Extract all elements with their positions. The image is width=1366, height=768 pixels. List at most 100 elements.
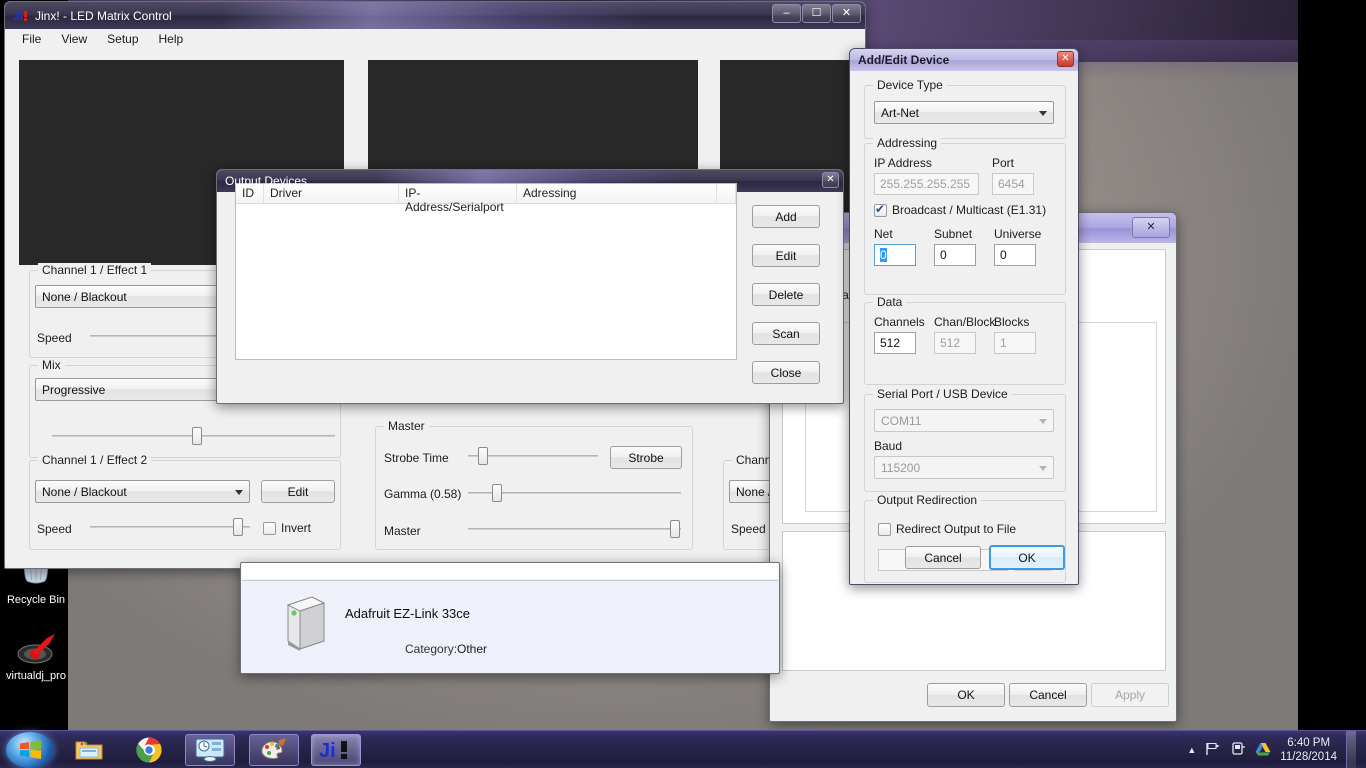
output-devices-controls: ✕: [822, 172, 839, 188]
slider-thumb[interactable]: [478, 447, 488, 465]
clock-date: 11/28/2014: [1280, 751, 1337, 763]
device-list-row[interactable]: Adafruit EZ-Link 33ce Category: Other: [242, 580, 778, 672]
scan-devices-button[interactable]: Scan: [752, 322, 820, 345]
channel1-effect2-edit-button[interactable]: Edit: [261, 480, 335, 503]
google-chrome-icon: [136, 737, 162, 763]
serial-port-combo[interactable]: COM11: [874, 409, 1054, 432]
master-level-slider[interactable]: [468, 520, 681, 538]
menu-help[interactable]: Help: [150, 30, 193, 48]
channel1-effect2-speed-slider[interactable]: [90, 518, 250, 536]
blocks-field[interactable]: 1: [994, 332, 1036, 354]
edit-device-button[interactable]: Edit: [752, 244, 820, 267]
device-icon[interactable]: [1230, 741, 1246, 759]
chevron-down-icon: [235, 489, 243, 495]
close-icon[interactable]: ✕: [1132, 217, 1170, 238]
minimize-button[interactable]: –: [772, 4, 801, 23]
group-addressing: Addressing IP Address 255.255.255.255 Po…: [864, 136, 1066, 295]
device-properties-ok-button[interactable]: OK: [927, 683, 1005, 707]
output-devices-title: Output Devices: [225, 174, 308, 188]
device-properties-apply-button: Apply: [1091, 683, 1169, 707]
column-header-ip-address[interactable]: IP-Address/Serialport: [399, 184, 517, 214]
menu-file[interactable]: File: [13, 30, 50, 48]
strobe-time-label: Strobe Time: [384, 451, 449, 465]
taskbar-item-paint[interactable]: [249, 734, 299, 766]
strobe-time-slider[interactable]: [468, 447, 598, 465]
subnet-field[interactable]: 0: [934, 244, 976, 266]
baud-combo[interactable]: 115200: [874, 456, 1054, 479]
broadcast-multicast-checkbox[interactable]: Broadcast / Multicast (E1.31): [874, 202, 1047, 217]
mix-crossfade-slider[interactable]: [52, 427, 335, 445]
column-header-adressing[interactable]: Adressing: [517, 184, 717, 203]
checkbox-label: Broadcast / Multicast (E1.31): [892, 203, 1047, 217]
add-edit-cancel-button[interactable]: Cancel: [905, 546, 981, 569]
show-hidden-icons-button[interactable]: ▲: [1187, 745, 1196, 755]
device-type-combo[interactable]: Art-Net: [874, 101, 1054, 124]
close-button[interactable]: ✕: [832, 4, 861, 23]
start-button[interactable]: [6, 732, 54, 768]
baud-label: Baud: [874, 439, 903, 453]
checkbox-box: [263, 521, 276, 535]
google-drive-icon[interactable]: [1255, 742, 1271, 759]
checkbox-label: Redirect Output to File: [896, 522, 1017, 536]
taskbar-item-control-panel[interactable]: [185, 734, 235, 766]
slider-thumb[interactable]: [192, 427, 202, 445]
network-flag-icon[interactable]: [1205, 742, 1221, 759]
virtualdj-icon: [2, 630, 70, 670]
windows-taskbar: Ji ▲ 6:40 PM 11/28/2014: [0, 730, 1366, 768]
windows-logo-icon: [20, 740, 41, 759]
chevron-down-icon: [1039, 465, 1047, 471]
add-edit-controls: ✕: [1057, 51, 1074, 67]
desktop-icon-virtualdj[interactable]: virtualdj_pro: [2, 630, 70, 682]
button-label: Edit: [287, 484, 309, 499]
button-label: Add: [775, 209, 797, 224]
group-label: Data: [873, 295, 907, 309]
add-edit-ok-button[interactable]: OK: [989, 545, 1065, 570]
slider-thumb[interactable]: [492, 484, 502, 502]
svg-text:Ji: Ji: [319, 740, 336, 762]
add-device-button[interactable]: Add: [752, 205, 820, 228]
clock[interactable]: 6:40 PM 11/28/2014: [1280, 736, 1337, 764]
output-devices-list[interactable]: ID Driver IP-Address/Serialport Adressin…: [235, 183, 737, 360]
chan-block-field[interactable]: 512: [934, 332, 976, 354]
gamma-slider[interactable]: [468, 484, 681, 502]
port-field[interactable]: 6454: [992, 173, 1034, 195]
taskbar-item-chrome[interactable]: [124, 734, 174, 766]
menu-setup[interactable]: Setup: [98, 30, 147, 48]
slider-thumb[interactable]: [233, 518, 243, 536]
strobe-button[interactable]: Strobe: [610, 446, 682, 469]
field-value: 0: [940, 248, 947, 262]
channel1-effect2-combo[interactable]: None / Blackout: [35, 480, 250, 503]
universe-field[interactable]: 0: [994, 244, 1036, 266]
group-channel1-effect2: Channel 1 / Effect 2 None / Blackout Edi…: [29, 453, 341, 550]
close-dialog-button[interactable]: Close: [752, 361, 820, 384]
delete-device-button[interactable]: Delete: [752, 283, 820, 306]
show-desktop-button[interactable]: [1346, 731, 1356, 768]
redirect-output-checkbox[interactable]: Redirect Output to File: [878, 522, 1016, 536]
close-icon[interactable]: ✕: [1057, 51, 1074, 67]
slider-track: [90, 526, 250, 528]
channel1-effect2-invert-checkbox[interactable]: Invert: [263, 521, 311, 535]
button-label: Cancel: [924, 550, 962, 565]
taskbar-item-jinx[interactable]: Ji: [311, 734, 361, 766]
channels-field[interactable]: 512: [874, 332, 916, 354]
group-output-redirection: Output Redirection Redirect Output to Fi…: [864, 493, 1066, 583]
close-icon[interactable]: ✕: [822, 172, 839, 188]
net-field[interactable]: 0: [874, 244, 916, 266]
device-list-header-strip: [242, 563, 778, 579]
group-data: Data Channels 512 Chan/Block 512 Blocks …: [864, 295, 1066, 385]
taskbar-item-explorer[interactable]: [64, 734, 114, 766]
group-label: Device Type: [873, 78, 947, 92]
maximize-button[interactable]: ☐: [802, 4, 831, 23]
desktop-icon-label: virtualdj_pro: [6, 670, 66, 682]
field-value: 1: [1000, 336, 1007, 350]
menu-view[interactable]: View: [52, 30, 96, 48]
device-properties-cancel-button[interactable]: Cancel: [1009, 683, 1087, 707]
net-label: Net: [874, 227, 893, 241]
field-value: 512: [880, 336, 901, 350]
jinx-title-bar[interactable]: Ji Jinx! - LED Matrix Control – ☐ ✕: [5, 2, 865, 29]
ip-address-field[interactable]: 255.255.255.255: [874, 173, 979, 195]
slider-thumb[interactable]: [670, 520, 680, 538]
add-edit-title-bar[interactable]: Add/Edit Device ✕: [850, 49, 1078, 71]
add-edit-device-dialog: Add/Edit Device ✕ Device Type Art-Net Ad…: [849, 48, 1079, 585]
windows-explorer-icon: [75, 741, 103, 760]
